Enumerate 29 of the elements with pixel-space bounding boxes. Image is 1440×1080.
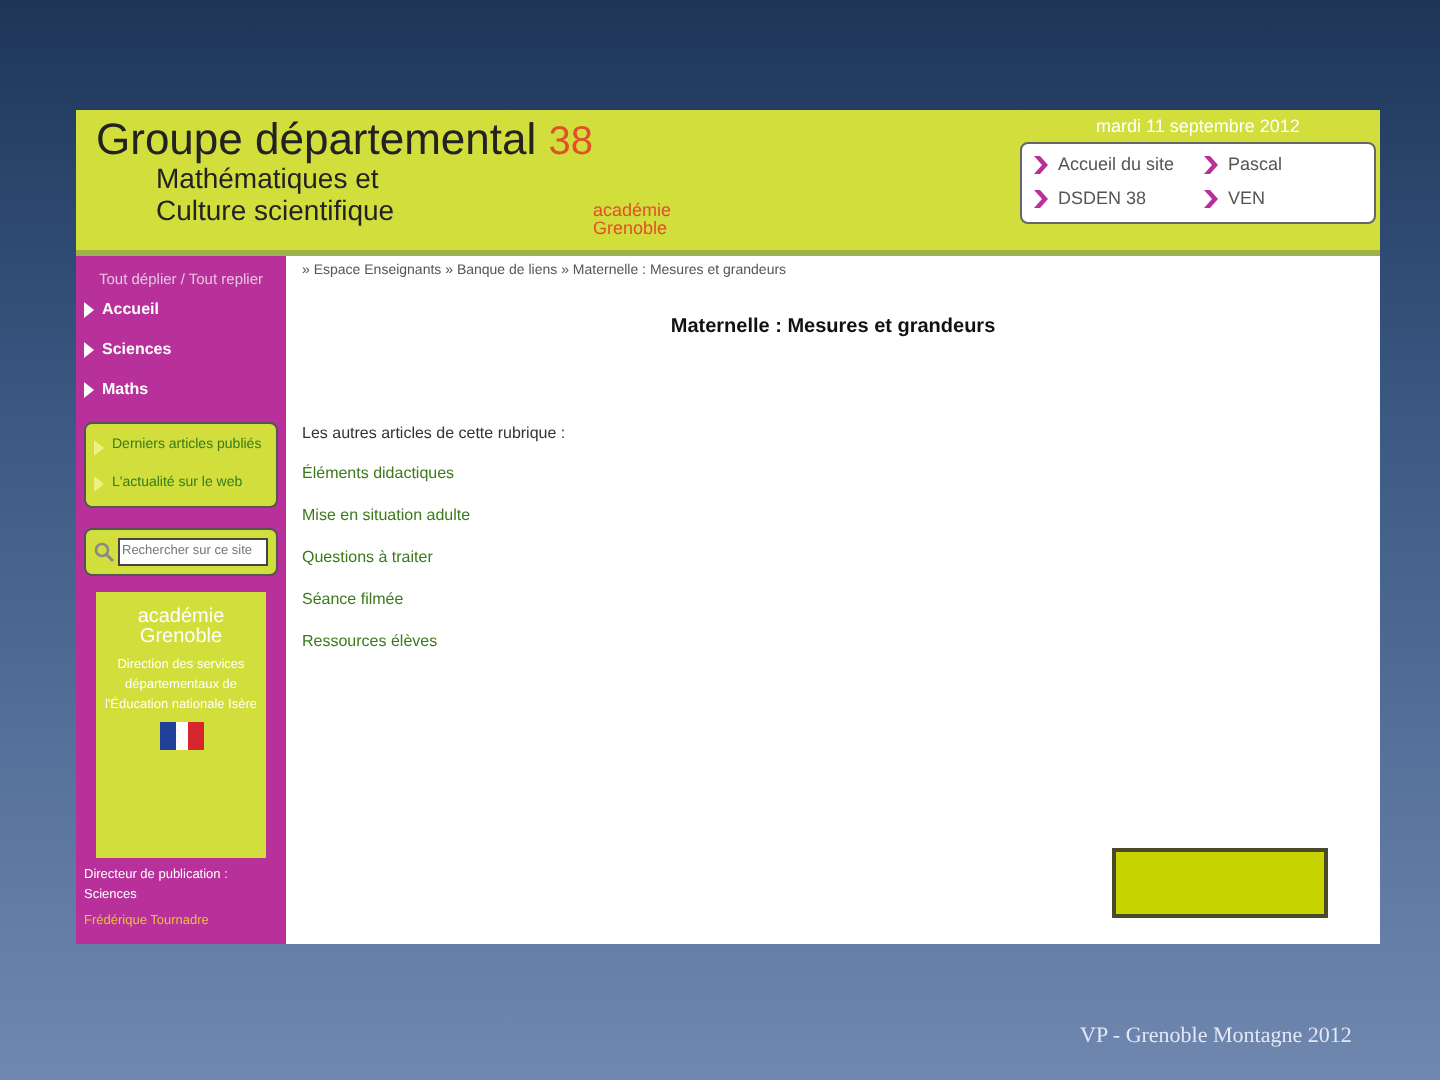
site-subtitle: Mathématiques et [156, 162, 379, 195]
search-icon [94, 542, 114, 563]
academy-name: académie Grenoble [137, 608, 225, 648]
date-text: mardi 11 septembre 2012 [1094, 114, 1302, 140]
sidebar-item[interactable]: Maths [84, 378, 278, 403]
quick-link[interactable]: Accueil du site [1034, 151, 1192, 178]
academy-logo-text: académie Grenoble [593, 202, 672, 238]
department-number: 38 [548, 120, 594, 164]
site-subtitle: Culture scientifique [156, 194, 397, 227]
other-articles-label: Les autres articles de cette rubrique : [302, 421, 568, 445]
article-link[interactable]: Questions à traiter [302, 545, 1364, 569]
triangle-icon [84, 382, 94, 399]
triangle-icon [94, 439, 104, 455]
triangle-icon [84, 342, 94, 359]
quick-link[interactable]: VEN [1204, 186, 1362, 213]
article-title: Maternelle : Mesures et grandeurs [668, 313, 998, 341]
article-link[interactable]: Ressources élèves [302, 629, 1364, 653]
sidebar-item[interactable]: Sciences [84, 338, 278, 363]
site-title: Groupe départemental [96, 114, 537, 164]
slide-footer: VP - Grenoble Montagne 2012 [1080, 1020, 1352, 1053]
article-link[interactable]: Éléments didactiques [302, 461, 1364, 485]
sidebar-item[interactable]: Accueil [84, 298, 278, 323]
quick-link[interactable]: Pascal [1204, 151, 1362, 178]
quick-link[interactable]: DSDEN 38 [1034, 186, 1192, 213]
article-link[interactable]: Mise en situation adulte [302, 503, 1364, 527]
triangle-icon [84, 302, 94, 319]
article-link[interactable]: Séance filmée [302, 587, 1364, 611]
flag-icon [159, 722, 203, 751]
triangle-icon [94, 476, 104, 492]
